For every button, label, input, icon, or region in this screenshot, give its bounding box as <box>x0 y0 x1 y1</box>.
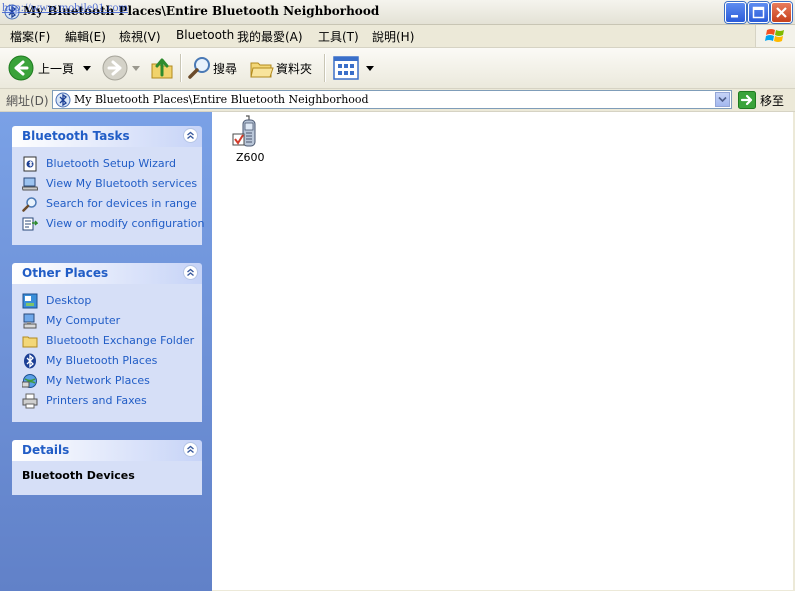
bluetooth-tasks-panel: Bluetooth Tasks Bluetooth Setup Wizard V… <box>12 126 205 245</box>
my-computer-icon <box>23 313 37 329</box>
menu-favorites[interactable]: 我的最愛(A) <box>237 28 303 45</box>
network-icon <box>22 374 37 388</box>
watermark-text: http://www.mobile01.com <box>2 0 128 14</box>
close-button[interactable] <box>771 2 792 23</box>
task-label: View or modify configuration <box>46 217 205 230</box>
mobile-phone-icon <box>232 115 256 147</box>
address-input[interactable]: My Bluetooth Places\Entire Bluetooth Nei… <box>52 90 732 109</box>
chevron-up-icon <box>187 268 194 277</box>
explorer-window: My Bluetooth Places\Entire Bluetooth Nei… <box>0 0 795 591</box>
panel-title: Bluetooth Tasks <box>22 129 130 143</box>
collapse-button[interactable] <box>183 265 198 280</box>
collapse-button[interactable] <box>183 128 198 143</box>
details-panel: Details Bluetooth Devices <box>12 440 202 495</box>
views-dropdown-icon <box>366 66 374 71</box>
configuration-icon <box>22 217 38 231</box>
menu-bar: 檔案(F) 編輯(E) 檢視(V) Bluetooth 我的最愛(A) 工具(T… <box>0 25 795 48</box>
collapse-button[interactable] <box>183 442 198 457</box>
standard-toolbar: 上一頁 搜尋 資料夾 <box>0 48 795 89</box>
close-icon <box>776 7 787 18</box>
menu-tools[interactable]: 工具(T) <box>318 28 359 45</box>
folders-button[interactable]: 資料夾 <box>247 52 317 84</box>
search-icon <box>188 57 210 79</box>
device-z600[interactable]: Z600 <box>230 114 270 166</box>
panel-title: Other Places <box>22 266 109 280</box>
wizard-icon <box>23 156 37 172</box>
windows-logo <box>755 25 795 47</box>
details-header[interactable]: Details <box>12 440 202 461</box>
back-dropdown-icon <box>83 66 91 71</box>
views-icon <box>333 56 359 80</box>
address-bar: 網址(D) My Bluetooth Places\Entire Bluetoo… <box>0 89 795 112</box>
magnifier-icon <box>22 197 37 212</box>
minimize-button[interactable] <box>725 2 746 23</box>
forward-arrow-icon <box>102 55 128 81</box>
panel-title: Details <box>22 443 70 457</box>
bluetooth-icon <box>24 353 36 369</box>
up-folder-icon <box>151 58 173 79</box>
menu-view[interactable]: 檢視(V) <box>119 28 161 45</box>
menu-bluetooth[interactable]: Bluetooth <box>176 28 234 42</box>
task-label: My Computer <box>46 314 121 327</box>
forward-dropdown-icon <box>132 66 140 71</box>
back-arrow-icon <box>8 55 34 81</box>
task-label: My Network Places <box>46 374 150 387</box>
bluetooth-tasks-header[interactable]: Bluetooth Tasks <box>12 126 202 147</box>
device-label: Z600 <box>236 151 265 164</box>
chevron-up-icon <box>187 445 194 454</box>
task-label: My Bluetooth Places <box>46 354 158 367</box>
chevron-up-icon <box>187 131 194 140</box>
details-value: Bluetooth Devices <box>22 469 135 482</box>
desktop-icon <box>22 293 38 309</box>
title-bar[interactable]: My Bluetooth Places\Entire Bluetooth Nei… <box>0 0 795 25</box>
bluetooth-places-icon <box>55 92 71 108</box>
other-places-panel: Other Places Desktop My Computer Bluetoo… <box>12 263 202 422</box>
toolbar-separator <box>324 54 326 82</box>
panel-body: Bluetooth Devices <box>12 461 202 495</box>
task-label: Bluetooth Setup Wizard <box>46 157 176 170</box>
task-label: Bluetooth Exchange Folder <box>46 334 195 347</box>
panel-body: Bluetooth Setup Wizard View My Bluetooth… <box>12 147 205 245</box>
panel-body: Desktop My Computer Bluetooth Exchange F… <box>12 284 202 422</box>
maximize-button[interactable] <box>748 2 769 23</box>
address-dropdown-button[interactable] <box>715 92 730 107</box>
forward-button[interactable] <box>100 52 142 84</box>
task-label: Search for devices in range <box>46 197 197 210</box>
go-button[interactable]: 移至 <box>738 90 793 110</box>
address-label: 網址(D) <box>6 94 49 108</box>
computer-services-icon <box>22 177 38 191</box>
minimize-icon <box>731 15 738 18</box>
folders-label: 資料夾 <box>276 62 313 76</box>
back-label: 上一頁 <box>38 62 75 76</box>
menu-edit[interactable]: 編輯(E) <box>65 28 106 45</box>
task-label: Desktop <box>46 294 92 307</box>
task-label: Printers and Faxes <box>46 394 147 407</box>
task-label: View My Bluetooth services <box>46 177 198 190</box>
windows-flag-icon <box>765 29 784 42</box>
folders-icon <box>250 62 274 78</box>
go-label: 移至 <box>760 94 785 108</box>
address-value: My Bluetooth Places\Entire Bluetooth Nei… <box>74 93 369 106</box>
search-label: 搜尋 <box>213 62 238 76</box>
printer-icon <box>22 393 38 409</box>
task-pane: Bluetooth Tasks Bluetooth Setup Wizard V… <box>0 112 212 591</box>
folder-icon <box>22 336 38 348</box>
search-button[interactable]: 搜尋 <box>185 52 241 84</box>
menu-file[interactable]: 檔案(F) <box>10 28 50 45</box>
file-view[interactable]: Z600 <box>212 112 795 591</box>
back-button[interactable]: 上一頁 <box>6 52 96 84</box>
go-arrow-icon <box>738 91 756 109</box>
other-places-header[interactable]: Other Places <box>12 263 202 284</box>
up-folder-button[interactable] <box>148 52 176 84</box>
menu-help[interactable]: 說明(H) <box>372 28 414 45</box>
toolbar-separator <box>180 54 182 82</box>
chevron-down-icon <box>718 96 727 103</box>
maximize-icon <box>752 6 765 19</box>
views-button[interactable] <box>331 52 375 84</box>
